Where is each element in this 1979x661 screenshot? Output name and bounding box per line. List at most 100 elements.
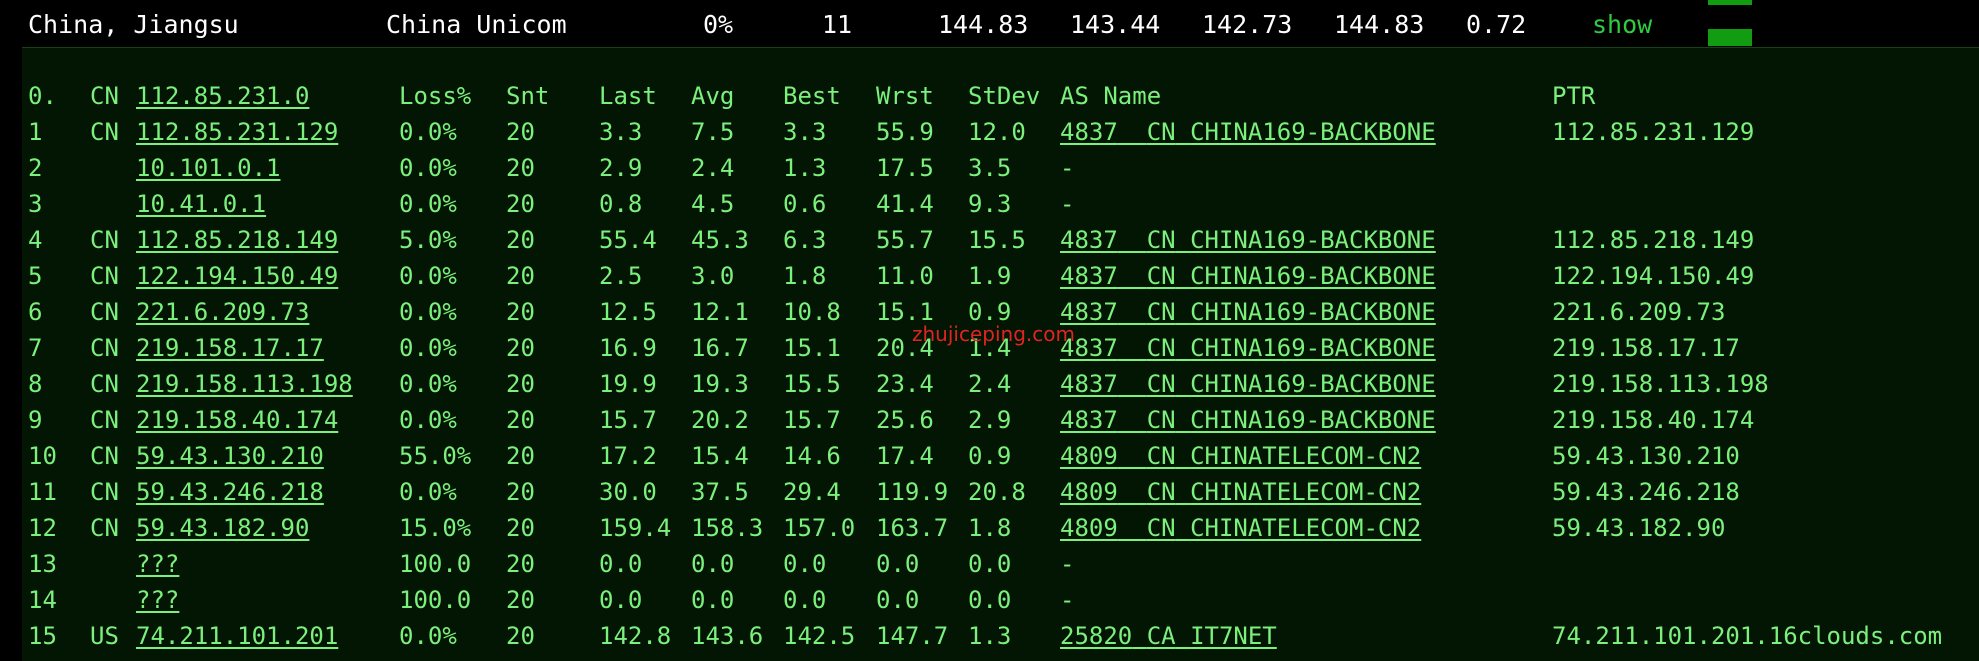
hop-as-label: CHINA169-BACKBONE (1190, 406, 1436, 434)
table-row: 10 CN 59.43.130.210 55.0% 20 17.2 15.4 14.6 17.4… (22, 438, 1979, 474)
hop-asn: 4809 (1060, 514, 1118, 542)
hop-host[interactable]: 219.158.113.198 (136, 366, 353, 402)
hop-best: 14.6 (783, 442, 841, 470)
hop-as-name[interactable]: 4837 CN CHINA169-BACKBONE (1060, 330, 1436, 366)
summary-value-1: 144.83 (938, 10, 1029, 39)
hop-index: 6 (28, 298, 43, 326)
hop-last: 142.8 (599, 622, 672, 650)
hop-best: 29.4 (783, 478, 841, 506)
hop-avg: 0.0 (691, 550, 735, 578)
hop-snt: 20 (506, 226, 535, 254)
hop-best: 0.0 (783, 550, 827, 578)
hop-avg: 2.4 (691, 154, 735, 182)
summary-location: China, Jiangsu (28, 10, 239, 39)
hop-host[interactable]: ??? (136, 546, 179, 582)
hop-snt: 20 (506, 514, 535, 542)
hop-host[interactable]: 112.85.218.149 (136, 222, 338, 258)
hop-as-country: CN (1146, 118, 1176, 146)
hop-host[interactable]: 122.194.150.49 (136, 258, 338, 294)
header-host[interactable]: 112.85.231.0 (136, 78, 309, 114)
hop-host[interactable]: 10.41.0.1 (136, 186, 266, 222)
hop-avg: 7.5 (691, 118, 735, 146)
hop-as-name[interactable]: 4837 CN CHINA169-BACKBONE (1060, 222, 1436, 258)
hop-as-name[interactable]: 4809 CN CHINATELECOM-CN2 (1060, 438, 1421, 474)
hop-host[interactable]: 59.43.130.210 (136, 438, 324, 474)
hop-host[interactable]: 59.43.182.90 (136, 510, 309, 546)
hop-host[interactable]: 221.6.209.73 (136, 294, 309, 330)
hop-ptr: 122.194.150.49 (1552, 262, 1755, 290)
hop-index: 10 (28, 442, 57, 470)
show-link[interactable]: show (1592, 10, 1652, 39)
hop-last: 0.0 (599, 550, 643, 578)
bar-indicator (1708, 29, 1752, 46)
hop-loss: 100.0 (399, 550, 472, 578)
hop-avg: 3.0 (691, 262, 735, 290)
hop-snt: 20 (506, 190, 535, 218)
hop-snt: 20 (506, 622, 535, 650)
hop-host[interactable]: ??? (136, 582, 179, 618)
hop-asn: 25820 (1060, 622, 1133, 650)
hop-index: 15 (28, 622, 57, 650)
hop-as-name[interactable]: 25820 CA IT7NET (1060, 618, 1277, 654)
hop-as-country: CN (1146, 406, 1176, 434)
hop-asn: 4837 (1060, 370, 1118, 398)
bar-indicator-top (1708, 0, 1752, 5)
hop-country: CN (90, 478, 119, 506)
header-as-name: AS Name (1060, 82, 1162, 110)
hop-loss: 5.0% (399, 226, 457, 254)
hop-stdev: 3.5 (968, 154, 1012, 182)
hop-as-name[interactable]: 4837 CN CHINA169-BACKBONE (1060, 114, 1436, 150)
hop-host[interactable]: 59.43.246.218 (136, 474, 324, 510)
header-best: Best (783, 82, 841, 110)
hop-loss: 15.0% (399, 514, 472, 542)
hop-country: CN (90, 514, 119, 542)
summary-value-3: 142.73 (1202, 10, 1293, 39)
hop-host[interactable]: 112.85.231.129 (136, 114, 338, 150)
hop-host[interactable]: 219.158.40.174 (136, 402, 338, 438)
hop-country: CN (90, 226, 119, 254)
header-ptr: PTR (1552, 82, 1596, 110)
hop-country: CN (90, 262, 119, 290)
table-row: 14??? 100.0 20 0.0 0.0 0.0 0.0 0.0 - (22, 582, 1979, 618)
hop-stdev: 9.3 (968, 190, 1012, 218)
watermark: zhujiceping.com (912, 322, 1075, 346)
hop-as-name[interactable]: 4837 CN CHINA169-BACKBONE (1060, 402, 1436, 438)
hop-as-name[interactable]: 4837 CN CHINA169-BACKBONE (1060, 294, 1436, 330)
hop-last: 159.4 (599, 514, 672, 542)
hop-snt: 20 (506, 298, 535, 326)
hop-index: 1 (28, 118, 43, 146)
hop-ptr: 219.158.17.17 (1552, 334, 1740, 362)
hop-stdev: 1.3 (968, 622, 1012, 650)
hop-as-name[interactable]: 4837 CN CHINA169-BACKBONE (1060, 366, 1436, 402)
header-snt: Snt (506, 82, 550, 110)
hop-asn: 4837 (1060, 226, 1118, 254)
hop-snt: 20 (506, 550, 535, 578)
hop-wrst: 17.5 (876, 154, 934, 182)
hop-asn: 4837 (1060, 118, 1118, 146)
hop-index: 9 (28, 406, 43, 434)
hop-index: 13 (28, 550, 57, 578)
summary-value-2: 143.44 (1070, 10, 1161, 39)
hop-as-country: CN (1146, 514, 1176, 542)
hop-host[interactable]: 219.158.17.17 (136, 330, 324, 366)
hop-as-label: CHINATELECOM-CN2 (1190, 442, 1422, 470)
hop-best: 10.8 (783, 298, 841, 326)
hop-as-name[interactable]: 4809 CN CHINATELECOM-CN2 (1060, 510, 1421, 546)
hop-avg: 15.4 (691, 442, 749, 470)
hop-as-name[interactable]: 4837 CN CHINA169-BACKBONE (1060, 258, 1436, 294)
hop-index: 3 (28, 190, 43, 218)
hop-ptr: 59.43.182.90 (1552, 514, 1726, 542)
hop-last: 16.9 (599, 334, 657, 362)
hop-as-name[interactable]: 4809 CN CHINATELECOM-CN2 (1060, 474, 1421, 510)
hop-country: CN (90, 334, 119, 362)
hop-as-country: CA (1146, 622, 1176, 650)
hop-asn: - (1060, 154, 1075, 182)
hop-as-label: CHINATELECOM-CN2 (1190, 478, 1422, 506)
hop-snt: 20 (506, 586, 535, 614)
hop-host[interactable]: 10.101.0.1 (136, 150, 281, 186)
hop-snt: 20 (506, 478, 535, 506)
hop-as-country: CN (1146, 262, 1176, 290)
hop-host[interactable]: 74.211.101.201 (136, 618, 338, 654)
hop-best: 15.1 (783, 334, 841, 362)
hop-last: 19.9 (599, 370, 657, 398)
